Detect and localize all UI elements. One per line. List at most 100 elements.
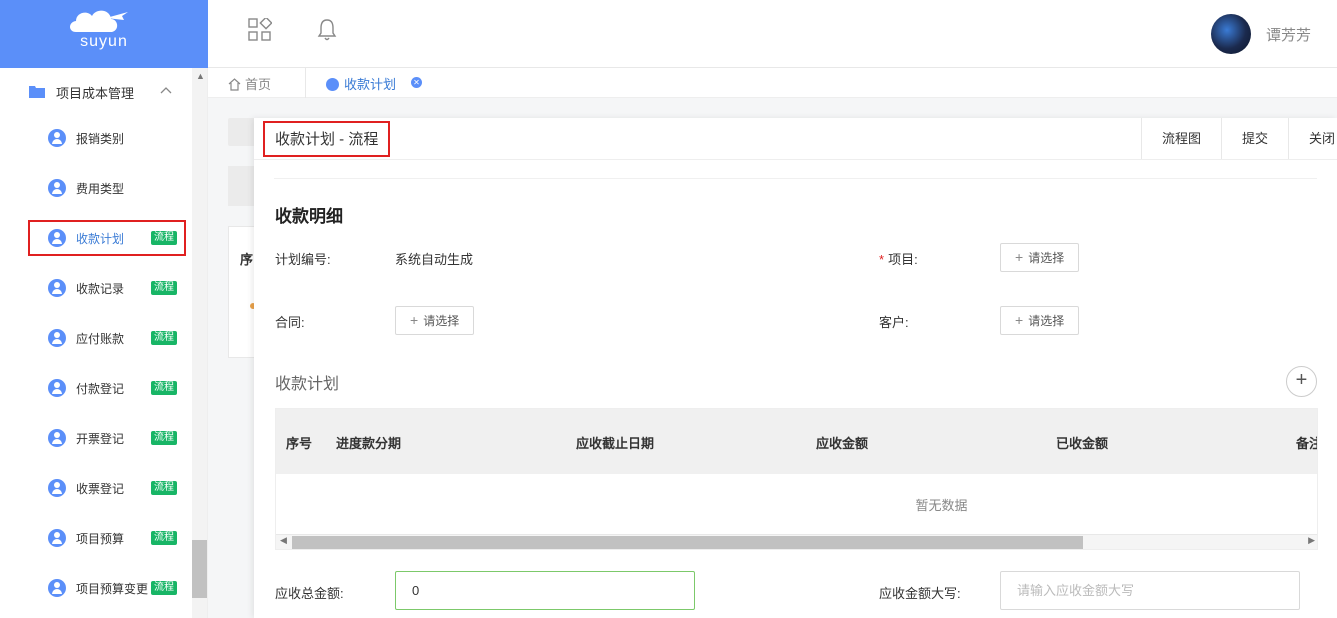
tab-home[interactable]: 首页 (228, 74, 271, 93)
user-icon (48, 179, 66, 197)
column-header[interactable]: 已收金额 (1056, 433, 1108, 452)
required-mark: * (879, 252, 885, 267)
divider (254, 159, 1337, 160)
tab-bar: 首页 收款计划 ✕ (208, 68, 1337, 98)
amount-upper-input[interactable]: 请输入应收金额大写 (1000, 571, 1300, 610)
scroll-right-arrow-icon[interactable]: ▶ (1308, 535, 1315, 546)
sidebar-item-payment-register[interactable]: 付款登记 流程 (28, 370, 186, 406)
customer-select-button[interactable]: + 请选择 (1000, 306, 1080, 335)
sidebar-item-collection-plan[interactable]: 收款计划 流程 (28, 220, 186, 256)
contract-label: 合同: (275, 315, 305, 330)
user-icon (48, 329, 66, 347)
section-title: 收款明细 (275, 207, 343, 226)
sidebar-scrollbar[interactable]: ▲ (192, 68, 207, 618)
sidebar-item-project-budget[interactable]: 项目预算 流程 (28, 520, 186, 556)
flow-badge: 流程 (151, 581, 177, 595)
chevron-up-icon (160, 87, 172, 94)
column-header[interactable]: 进度款分期 (336, 433, 401, 452)
sidebar-item-label: 报销类别 (76, 132, 125, 146)
user-icon (48, 279, 66, 297)
divider (274, 178, 1317, 179)
plan-table: 序号 进度款分期 应收截止日期 应收金额 已收金额 备注 暂无数据 ◀ ▶ (275, 408, 1318, 550)
amount-upper-label: 应收金额大写: (879, 586, 961, 601)
table-horizontal-scrollbar[interactable]: ◀ ▶ (276, 534, 1317, 549)
total-amount-input[interactable]: 0 (395, 571, 695, 610)
pick-label: 请选择 (1028, 314, 1065, 328)
brand-name: suyun (80, 33, 128, 50)
flow-badge: 流程 (151, 531, 177, 545)
scroll-up-arrow-icon[interactable]: ▲ (196, 71, 205, 81)
flow-badge: 流程 (151, 331, 177, 345)
tab-close-icon[interactable]: ✕ (411, 77, 422, 88)
brand-logo: suyun (0, 0, 208, 68)
user-name[interactable]: 谭芳芳 (1266, 24, 1311, 45)
pick-label: 请选择 (1028, 251, 1065, 265)
apps-grid-icon[interactable] (248, 18, 272, 42)
sidebar-item-label: 收票登记 (76, 482, 125, 496)
sidebar-item-budget-change[interactable]: 项目预算变更 流程 (28, 570, 186, 606)
avatar[interactable] (1211, 14, 1251, 54)
user-icon (48, 229, 66, 247)
contract-select-button[interactable]: + 请选择 (395, 306, 475, 335)
sidebar-group-label: 项目成本管理 (56, 86, 135, 101)
tab-divider (305, 68, 306, 98)
project-label: * 项目: (879, 249, 918, 268)
tab-home-label: 首页 (245, 77, 272, 92)
column-header[interactable]: 应收截止日期 (576, 433, 654, 452)
close-button[interactable]: 关闭 (1287, 118, 1337, 160)
sidebar-group-cost[interactable]: 项目成本管理 (0, 68, 192, 114)
flow-badge: 流程 (151, 431, 177, 445)
folder-icon (29, 86, 45, 98)
plus-icon: + (1015, 312, 1024, 328)
sidebar-item-label: 费用类型 (76, 182, 125, 196)
sidebar-item-label: 开票登记 (76, 432, 125, 446)
dialog-actions: 流程图 提交 关闭 (1140, 118, 1337, 160)
sidebar-item-label: 收款记录 (76, 282, 125, 296)
sidebar-item-receipt-register[interactable]: 收票登记 流程 (28, 470, 186, 506)
table-scroll-thumb[interactable] (292, 536, 1083, 549)
home-icon (228, 78, 241, 91)
plan-section-title: 收款计划 (275, 376, 340, 393)
empty-state: 暂无数据 (915, 498, 968, 513)
pick-label: 请选择 (423, 314, 460, 328)
sidebar-item-label: 付款登记 (76, 382, 125, 396)
dialog-title: 收款计划 - 流程 (263, 121, 391, 157)
submit-button[interactable]: 提交 (1220, 118, 1288, 160)
sidebar: 项目成本管理 报销类别 费用类型 收款计划 流程 收款记录 流程 应付账款 流程… (0, 68, 208, 618)
flowchart-button[interactable]: 流程图 (1140, 118, 1221, 160)
column-header[interactable]: 序号 (286, 433, 312, 452)
project-label-text: 项目: (888, 252, 918, 267)
flow-badge: 流程 (151, 481, 177, 495)
sidebar-scroll-thumb[interactable] (192, 540, 207, 598)
form-dialog: 收款计划 - 流程 流程图 提交 关闭 收款明细 计划编号: 系统自动生成 * 项… (254, 118, 1337, 618)
flow-badge: 流程 (151, 231, 177, 245)
column-header[interactable]: 备注 (1296, 433, 1317, 452)
sidebar-item-accounts-payable[interactable]: 应付账款 流程 (28, 320, 186, 356)
sidebar-item-invoice-register[interactable]: 开票登记 流程 (28, 420, 186, 456)
sidebar-item-label: 项目预算 (76, 532, 125, 546)
bell-icon[interactable] (315, 18, 339, 42)
project-select-button[interactable]: + 请选择 (1000, 243, 1080, 272)
scroll-left-arrow-icon[interactable]: ◀ (280, 535, 287, 546)
tab-collection-plan[interactable]: 收款计划 (326, 74, 396, 93)
column-header[interactable]: 应收金额 (816, 433, 868, 452)
plus-icon: + (1015, 249, 1024, 265)
sidebar-item-collection-record[interactable]: 收款记录 流程 (28, 270, 186, 306)
background-column-fragment: 序 (240, 252, 254, 267)
top-header: 谭芳芳 (208, 0, 1337, 68)
user-icon (48, 479, 66, 497)
sidebar-item-expense-category[interactable]: 报销类别 (28, 120, 186, 156)
plus-icon: + (410, 312, 419, 328)
flow-badge: 流程 (151, 281, 177, 295)
table-header: 序号 进度款分期 应收截止日期 应收金额 已收金额 备注 (276, 409, 1317, 474)
tab-current-label: 收款计划 (344, 77, 397, 92)
plan-no-label: 计划编号: (275, 252, 331, 267)
flow-badge: 流程 (151, 381, 177, 395)
cloud-plane-icon (70, 10, 128, 32)
customer-label: 客户: (879, 315, 909, 330)
sidebar-item-label: 项目预算变更 (76, 582, 149, 596)
sidebar-item-label: 应付账款 (76, 332, 125, 346)
add-row-button[interactable]: + (1286, 366, 1317, 397)
user-icon (48, 579, 66, 597)
sidebar-item-cost-type[interactable]: 费用类型 (28, 170, 186, 206)
